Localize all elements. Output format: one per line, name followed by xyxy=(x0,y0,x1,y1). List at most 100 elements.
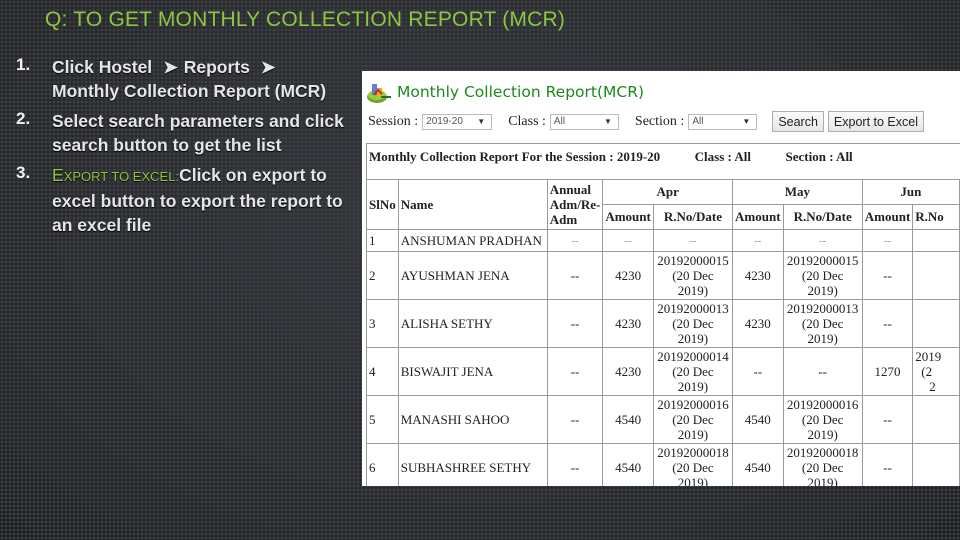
header-row-months: SlNo Name Annual Adm/Re-Adm Apr May Jun xyxy=(366,179,960,230)
cell-apr-amount: 4230 xyxy=(602,299,654,348)
table-row: 4 BISWAJIT JENA -- 4230 20192000014 (20 D… xyxy=(366,347,960,396)
table-row: 6 SUBHASHREE SETHY -- 4540 20192000018 (2… xyxy=(366,443,960,486)
report-caption: Monthly Collection Report For the Sessio… xyxy=(366,143,960,180)
instruction-steps: 1. Click Hostel ➤ Reports ➤ Monthly Colle… xyxy=(14,55,349,243)
class-select[interactable]: All ▼ xyxy=(549,113,619,130)
header-month-apr: Apr xyxy=(602,179,734,205)
slide-title: Q: TO GET MONTHLY COLLECTION REPORT (MCR… xyxy=(45,8,566,31)
cell-annual: -- xyxy=(546,299,604,348)
cell-apr-amount: -- xyxy=(602,229,654,252)
cell-annual: -- xyxy=(546,443,604,486)
step-text: Reports xyxy=(183,57,250,77)
header-annual: Annual Adm/Re-Adm xyxy=(546,179,604,230)
cell-may-amount: 4540 xyxy=(732,395,784,444)
section-label: Section : xyxy=(634,113,685,129)
header-rno-date: R.No/Date xyxy=(652,204,734,230)
arrow-icon: ➤ xyxy=(163,57,178,77)
export-to-excel-button[interactable]: Export to Excel xyxy=(827,111,924,132)
cell-jun-rno xyxy=(912,395,960,444)
step-text: Click Hostel xyxy=(52,57,153,77)
cell-name: AYUSHMAN JENA xyxy=(397,251,548,300)
caption-session: Monthly Collection Report For the Sessio… xyxy=(369,149,661,164)
cell-jun-rno xyxy=(912,251,960,300)
report-chart-icon xyxy=(366,80,392,104)
search-button[interactable]: Search xyxy=(772,111,824,132)
header-month-jun: Jun xyxy=(861,179,960,205)
cell-may-amount: 4540 xyxy=(732,443,784,486)
step-text: Select search parameters and click searc… xyxy=(52,111,344,155)
cell-may-rno: 20192000013 (20 Dec 2019) xyxy=(782,299,863,348)
cell-jun-amount: -- xyxy=(861,299,914,348)
step-number: 2. xyxy=(16,109,31,128)
step-number: 3. xyxy=(16,163,31,182)
cell-annual: -- xyxy=(546,347,604,396)
table-row: 3 ALISHA SETHY -- 4230 20192000013 (20 De… xyxy=(366,299,960,348)
session-select[interactable]: 2019-20 ▼ xyxy=(422,113,493,130)
page-title: Monthly Collection Report(MCR) xyxy=(397,83,645,101)
chevron-down-icon: ▼ xyxy=(742,117,751,126)
cell-apr-rno: 20192000013 (20 Dec 2019) xyxy=(652,299,734,348)
cell-name: BISWAJIT JENA xyxy=(397,347,548,396)
cell-jun-amount: -- xyxy=(861,443,914,486)
cell-may-amount: 4230 xyxy=(732,299,784,348)
cell-jun-amount: -- xyxy=(861,229,914,252)
arrow-icon: ➤ xyxy=(260,57,276,77)
header-rno-date: R.No/Date xyxy=(782,204,863,230)
step-1: 1. Click Hostel ➤ Reports ➤ Monthly Colle… xyxy=(14,55,349,103)
header-amount: Amount xyxy=(861,204,914,230)
cell-may-rno: 20192000016 (20 Dec 2019) xyxy=(782,395,863,444)
cell-slno: 1 xyxy=(366,229,399,252)
filter-bar: Session : 2019-20 ▼ Class : All ▼ Sectio… xyxy=(362,107,960,132)
step-number: 1. xyxy=(16,55,31,74)
header-rno-date: R.No xyxy=(912,204,960,230)
cell-apr-rno: 20192000014 (20 Dec 2019) xyxy=(652,347,734,396)
cell-may-amount: 4230 xyxy=(732,251,784,300)
cell-slno: 4 xyxy=(366,347,399,396)
cell-jun-amount: 1270 xyxy=(861,347,914,396)
cell-slno: 2 xyxy=(366,251,399,300)
cell-jun-rno xyxy=(912,229,960,252)
page-header: Monthly Collection Report(MCR) xyxy=(362,71,960,107)
cell-jun-rno: 2019 (2 2 xyxy=(912,347,960,396)
cell-apr-amount: 4230 xyxy=(602,347,654,396)
cell-apr-rno: -- xyxy=(652,229,734,252)
section-select[interactable]: All ▼ xyxy=(688,113,758,130)
caption-class: Class : All xyxy=(694,149,751,164)
class-label: Class : xyxy=(508,113,546,129)
report-table: Monthly Collection Report For the Sessio… xyxy=(366,143,960,486)
header-amount: Amount xyxy=(602,204,654,230)
header-month-may: May xyxy=(732,179,863,205)
cell-jun-rno xyxy=(912,443,960,486)
cell-apr-amount: 4230 xyxy=(602,251,654,300)
cell-may-amount: -- xyxy=(732,347,784,396)
app-screenshot: Monthly Collection Report(MCR) Session :… xyxy=(362,71,960,486)
cell-apr-rno: 20192000016 (20 Dec 2019) xyxy=(652,395,734,444)
cell-jun-amount: -- xyxy=(861,251,914,300)
cell-annual: -- xyxy=(546,251,604,300)
cell-name: ANSHUMAN PRADHAN xyxy=(397,229,548,252)
session-label: Session : xyxy=(368,113,419,129)
cell-slno: 5 xyxy=(366,395,399,444)
cell-may-amount: -- xyxy=(732,229,784,252)
cell-apr-amount: 4540 xyxy=(602,395,654,444)
cell-name: SUBHASHREE SETHY xyxy=(397,443,548,486)
step-text: Monthly Collection Report (MCR) xyxy=(52,81,327,101)
cell-may-rno: 20192000018 (20 Dec 2019) xyxy=(782,443,863,486)
cell-apr-rno: 20192000015 (20 Dec 2019) xyxy=(652,251,734,300)
cell-jun-rno xyxy=(912,299,960,348)
cell-may-rno: -- xyxy=(782,229,863,252)
cell-apr-amount: 4540 xyxy=(602,443,654,486)
cell-name: MANASHI SAHOO xyxy=(397,395,548,444)
header-amount: Amount xyxy=(732,204,784,230)
chevron-down-icon: ▼ xyxy=(604,117,612,126)
cell-apr-rno: 20192000018 (20 Dec 2019) xyxy=(652,443,734,486)
cell-annual: -- xyxy=(546,395,604,444)
cell-name: ALISHA SETHY xyxy=(397,299,548,348)
chevron-down-icon: ▼ xyxy=(477,117,486,126)
caption-section: Section : All xyxy=(785,149,853,164)
cell-slno: 3 xyxy=(366,299,399,348)
step-3: 3. EXPORT TO EXCEL:Click on export to ex… xyxy=(14,163,349,237)
step-2: 2. Select search parameters and click se… xyxy=(14,109,349,157)
step-accent-heading: EXPORT TO EXCEL: xyxy=(52,165,180,185)
header-name: Name xyxy=(397,179,548,230)
